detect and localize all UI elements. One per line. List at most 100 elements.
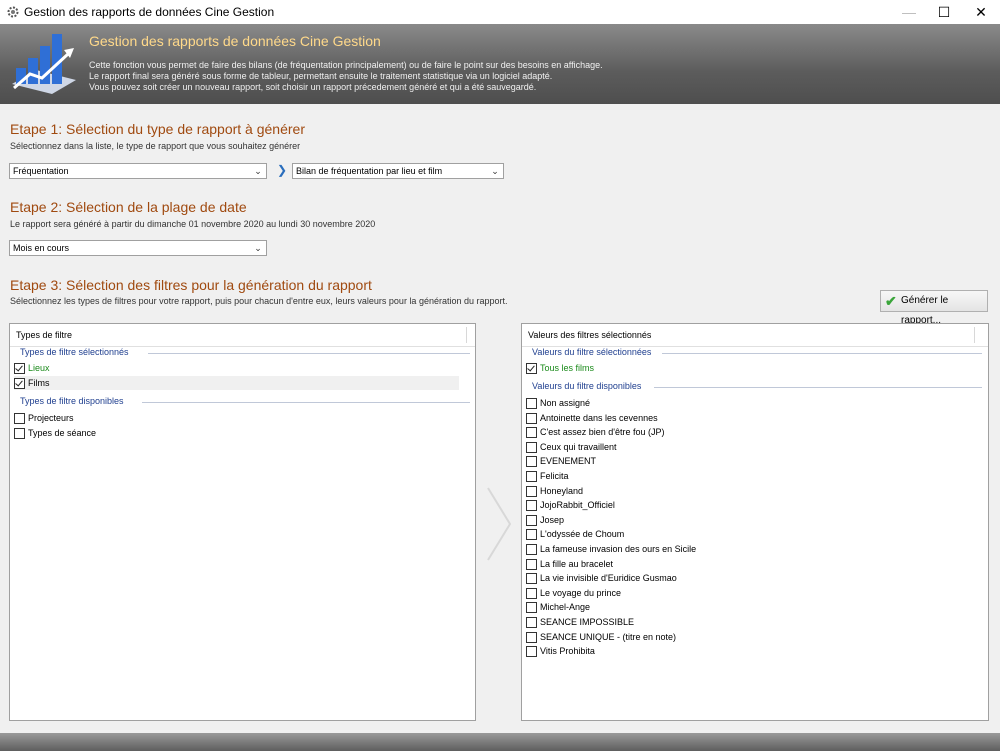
checkbox[interactable] bbox=[526, 617, 537, 628]
list-item-label: Types de séance bbox=[28, 427, 97, 438]
window-title: Gestion des rapports de données Cine Ges… bbox=[24, 5, 275, 19]
list-item[interactable]: L'odyssée de Choum bbox=[526, 527, 971, 541]
list-item[interactable]: Projecteurs bbox=[14, 411, 459, 425]
chevron-down-icon: ⌄ bbox=[491, 166, 499, 176]
filter-values-header: Valeurs des filtres sélectionnés bbox=[522, 324, 988, 347]
checkbox[interactable] bbox=[526, 456, 537, 468]
list-item[interactable]: Honeyland bbox=[526, 484, 971, 498]
checkbox[interactable] bbox=[14, 427, 25, 439]
list-item[interactable]: SEANCE IMPOSSIBLE bbox=[526, 615, 971, 629]
step1-description: Sélectionnez dans la liste, le type de r… bbox=[10, 141, 301, 151]
list-item[interactable]: Felicita bbox=[526, 469, 971, 483]
list-item[interactable]: Types de séance bbox=[14, 426, 459, 440]
checkbox[interactable] bbox=[526, 398, 537, 409]
banner-title: Gestion des rapports de données Cine Ges… bbox=[89, 33, 381, 49]
checkbox[interactable] bbox=[526, 471, 537, 482]
report-kind-combo[interactable]: Bilan de fréquentation par lieu et film … bbox=[292, 163, 504, 179]
step3-title: Etape 3: Sélection des filtres pour la g… bbox=[10, 277, 372, 293]
checkbox[interactable] bbox=[526, 631, 537, 643]
list-item[interactable]: Lieux bbox=[14, 361, 459, 375]
list-item[interactable]: Vitis Prohibita bbox=[526, 644, 971, 658]
checkbox-checked[interactable] bbox=[14, 363, 25, 374]
list-item-label: Antoinette dans les cevennes bbox=[540, 412, 658, 423]
checkbox[interactable] bbox=[526, 558, 537, 570]
checkbox[interactable] bbox=[526, 544, 537, 555]
list-item-label: Projecteurs bbox=[28, 413, 74, 423]
checkbox[interactable] bbox=[526, 500, 537, 512]
checkbox[interactable] bbox=[14, 413, 25, 424]
group-label: Valeurs du filtre sélectionnées bbox=[532, 347, 652, 357]
filter-types-header: Types de filtre bbox=[10, 324, 475, 347]
list-item-label: Josep bbox=[540, 514, 565, 525]
group-label: Types de filtre sélectionnés bbox=[20, 347, 129, 357]
list-item[interactable]: SEANCE UNIQUE - (titre en note) bbox=[526, 630, 971, 644]
list-item[interactable]: Le voyage du prince bbox=[526, 586, 971, 600]
generate-report-button[interactable]: ✔ Générer le rapport... bbox=[880, 290, 988, 326]
checkbox[interactable] bbox=[526, 646, 537, 658]
list-item[interactable]: Ceux qui travaillent bbox=[526, 440, 971, 454]
checkbox[interactable] bbox=[526, 427, 537, 439]
list-item-label: La fameuse invasion des ours en Sicile bbox=[540, 544, 697, 554]
checkbox-checked[interactable] bbox=[14, 377, 25, 389]
list-item-label: Tous les films bbox=[540, 363, 595, 373]
checkmark-icon: ✔ bbox=[885, 293, 897, 309]
transfer-chevron-icon bbox=[487, 487, 512, 561]
checkbox[interactable] bbox=[526, 602, 537, 614]
list-item-label: Non assigné bbox=[540, 398, 591, 408]
group-label: Types de filtre disponibles bbox=[20, 396, 124, 406]
date-range-value: Mois en cours bbox=[13, 243, 70, 253]
list-item[interactable]: Tous les films bbox=[526, 361, 971, 375]
bottom-status-bar bbox=[0, 733, 1000, 751]
list-item[interactable]: Josep bbox=[526, 513, 971, 527]
list-item[interactable]: La vie invisible d'Euridice Gusmao bbox=[526, 571, 971, 585]
step3-description: Sélectionnez les types de filtres pour v… bbox=[10, 296, 508, 306]
selected-filter-types-group: Types de filtre sélectionnés bbox=[20, 347, 470, 357]
list-item-label: SEANCE IMPOSSIBLE bbox=[540, 617, 635, 627]
report-type-combo[interactable]: Fréquentation ⌄ bbox=[9, 163, 267, 179]
filter-types-panel: Types de filtre Types de filtre sélectio… bbox=[9, 323, 476, 721]
list-item-label: Le voyage du prince bbox=[540, 587, 622, 598]
list-item[interactable]: Films bbox=[14, 375, 459, 390]
checkbox[interactable] bbox=[526, 485, 537, 497]
list-item-label: La vie invisible d'Euridice Gusmao bbox=[540, 573, 677, 584]
header-banner: Gestion des rapports de données Cine Ges… bbox=[0, 24, 1000, 104]
checkbox[interactable] bbox=[526, 587, 537, 599]
chevron-right-icon: ❯ bbox=[276, 163, 288, 177]
list-item[interactable]: Antoinette dans les cevennes bbox=[526, 411, 971, 425]
list-item[interactable]: Non assigné bbox=[526, 396, 971, 410]
available-filter-values-group: Valeurs du filtre disponibles bbox=[532, 381, 982, 391]
list-item-label: C'est assez bien d'être fou (JP) bbox=[540, 427, 665, 438]
banner-line: Cette fonction vous permet de faire des … bbox=[89, 60, 603, 70]
checkbox[interactable] bbox=[526, 529, 537, 541]
checkbox[interactable] bbox=[526, 412, 537, 424]
list-item[interactable]: Michel-Ange bbox=[526, 600, 971, 614]
list-item-label: La fille au bracelet bbox=[540, 558, 614, 569]
list-item-label: Honeyland bbox=[540, 485, 584, 496]
available-filter-types-group: Types de filtre disponibles bbox=[20, 396, 470, 406]
checkbox-checked[interactable] bbox=[526, 363, 537, 374]
banner-line: Vous pouvez soit créer un nouveau rappor… bbox=[89, 82, 537, 92]
close-button[interactable]: ✕ bbox=[958, 0, 1000, 24]
list-item[interactable]: La fameuse invasion des ours en Sicile bbox=[526, 542, 971, 556]
list-item-label: Films bbox=[28, 377, 50, 388]
banner-line: Le rapport final sera généré sous forme … bbox=[89, 71, 553, 81]
list-item[interactable]: La fille au bracelet bbox=[526, 557, 971, 571]
list-item-label: SEANCE UNIQUE - (titre en note) bbox=[540, 631, 677, 642]
list-item[interactable]: C'est assez bien d'être fou (JP) bbox=[526, 425, 971, 439]
checkbox[interactable] bbox=[526, 573, 537, 585]
bar-chart-logo-icon bbox=[12, 34, 76, 94]
checkbox[interactable] bbox=[526, 514, 537, 526]
list-item-label: Michel-Ange bbox=[540, 602, 591, 613]
list-item-label: JojoRabbit_Officiel bbox=[540, 500, 615, 511]
list-item[interactable]: EVENEMENT bbox=[526, 454, 971, 468]
step1-title: Etape 1: Sélection du type de rapport à … bbox=[10, 121, 305, 137]
list-item-label: L'odyssée de Choum bbox=[540, 529, 625, 540]
list-item[interactable]: JojoRabbit_Officiel bbox=[526, 498, 971, 512]
group-label: Valeurs du filtre disponibles bbox=[532, 381, 642, 391]
title-bar: Gestion des rapports de données Cine Ges… bbox=[0, 0, 1000, 24]
selected-filter-values-group: Valeurs du filtre sélectionnées bbox=[532, 347, 982, 357]
date-range-combo[interactable]: Mois en cours ⌄ bbox=[9, 240, 267, 256]
checkbox[interactable] bbox=[526, 441, 537, 453]
chevron-down-icon: ⌄ bbox=[254, 243, 262, 253]
step2-title: Etape 2: Sélection de la plage de date bbox=[10, 199, 247, 215]
